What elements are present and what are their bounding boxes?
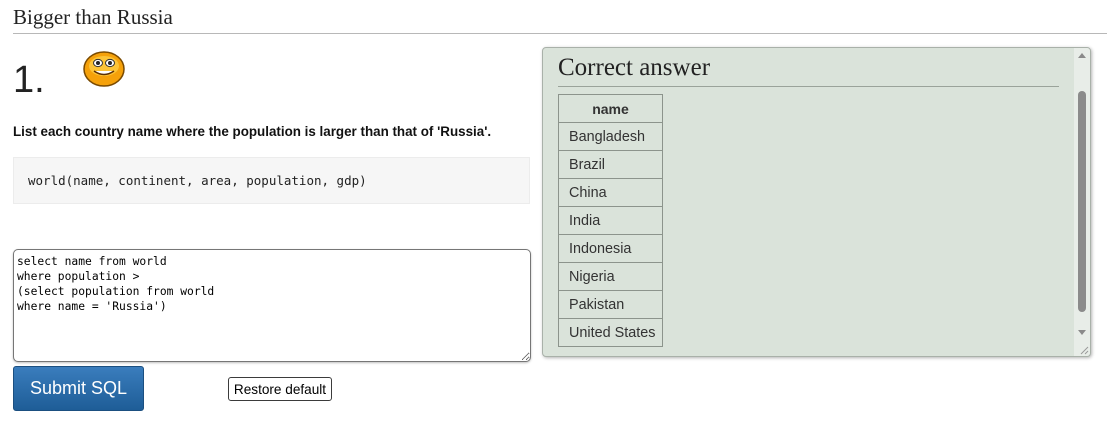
table-row: Bangladesh: [558, 122, 663, 151]
question-text: List each country name where the populat…: [13, 124, 492, 139]
answer-divider: [558, 86, 1059, 87]
table-cell: Nigeria: [558, 262, 663, 291]
table-header-row: name: [558, 94, 663, 123]
answer-heading: Correct answer: [558, 54, 711, 81]
schema-box: world(name, continent, area, population,…: [13, 157, 530, 204]
schema-text: world(name, continent, area, population,…: [28, 173, 367, 188]
table-row: Pakistan: [558, 290, 663, 319]
table-cell: Brazil: [558, 150, 663, 179]
column-header-name: name: [558, 94, 663, 123]
table-row: United States: [558, 318, 663, 347]
table-row: India: [558, 206, 663, 235]
restore-default-button[interactable]: Restore default: [228, 377, 332, 401]
sql-editor[interactable]: select name from world where population …: [13, 249, 531, 362]
resize-grip-icon[interactable]: [1079, 345, 1089, 355]
scroll-up-arrow-icon[interactable]: [1078, 53, 1086, 58]
answer-table: name Bangladesh Brazil China India Indon…: [558, 94, 663, 347]
table-cell: Bangladesh: [558, 122, 663, 151]
table-cell: Indonesia: [558, 234, 663, 263]
table-row: China: [558, 178, 663, 207]
table-cell: Pakistan: [558, 290, 663, 319]
scrollbar-thumb[interactable]: [1078, 91, 1086, 312]
page-title: Bigger than Russia: [13, 5, 173, 29]
table-row: Nigeria: [558, 262, 663, 291]
correct-answer-panel: Correct answer name Bangladesh Brazil Ch…: [542, 47, 1091, 357]
question-number: 1.: [13, 59, 45, 101]
submit-sql-button[interactable]: Submit SQL: [13, 366, 144, 411]
answer-scrollbar[interactable]: [1074, 48, 1090, 356]
title-divider: [13, 33, 1107, 34]
table-row: Brazil: [558, 150, 663, 179]
scroll-down-arrow-icon[interactable]: [1078, 330, 1086, 335]
smiley-face-icon: [83, 51, 125, 87]
table-row: Indonesia: [558, 234, 663, 263]
table-cell: China: [558, 178, 663, 207]
table-cell: United States: [558, 318, 663, 347]
table-cell: India: [558, 206, 663, 235]
